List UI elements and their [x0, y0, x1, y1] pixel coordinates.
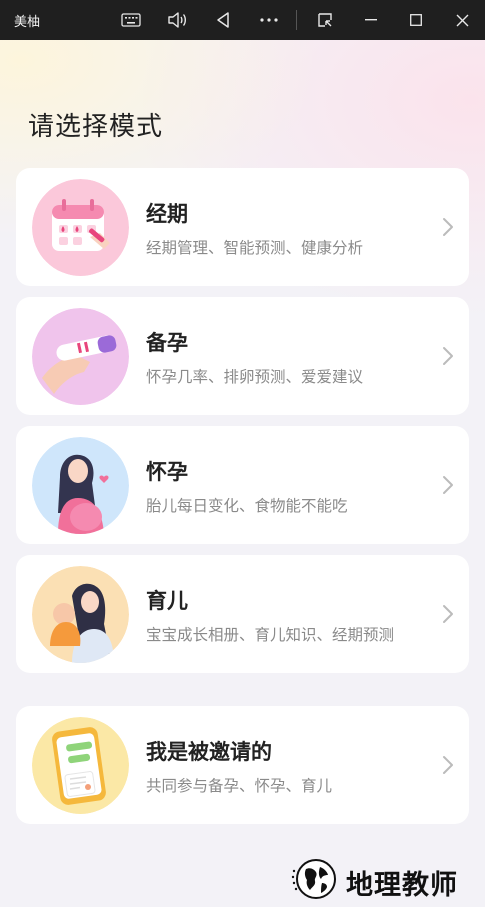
- pregnant-woman-icon: [32, 437, 129, 534]
- volume-icon[interactable]: [164, 0, 190, 40]
- mode-subtitle: 经期管理、智能预测、健康分析: [146, 239, 364, 257]
- keyboard-icon[interactable]: [118, 0, 144, 40]
- mode-title: 备孕: [146, 331, 188, 355]
- back-triangle-icon[interactable]: [210, 0, 236, 40]
- mode-card-parenting[interactable]: 育儿 宝宝成长相册、育儿知识、经期预测: [16, 555, 469, 673]
- mode-title: 育儿: [146, 589, 188, 613]
- chevron-right-icon: [443, 605, 453, 623]
- watermark: 地理教师: [288, 855, 483, 903]
- mode-title: 我是被邀请的: [146, 740, 272, 764]
- mother-baby-icon: [32, 566, 129, 663]
- phone-chat-icon: [32, 717, 129, 814]
- titlebar-separator: [296, 10, 297, 30]
- mode-select-page: 请选择模式 经期 经期管理、智能预测、健康分析 备孕 怀孕几率、排卵预测、爱爱建…: [0, 40, 485, 903]
- chevron-right-icon: [443, 756, 453, 774]
- mode-subtitle: 宝宝成长相册、育儿知识、经期预测: [146, 626, 395, 644]
- window-titlebar: 美柚: [0, 0, 485, 40]
- mode-card-pregnancy[interactable]: 怀孕 胎儿每日变化、食物能不能吃: [16, 426, 469, 544]
- mode-card-period[interactable]: 经期 经期管理、智能预测、健康分析: [16, 168, 469, 286]
- mode-card-invited[interactable]: 我是被邀请的 共同参与备孕、怀孕、育儿: [16, 706, 469, 824]
- mode-title: 经期: [146, 202, 188, 226]
- page-title: 请选择模式: [28, 112, 164, 142]
- mode-card-prepare-pregnancy[interactable]: 备孕 怀孕几率、排卵预测、爱爱建议: [16, 297, 469, 415]
- window-title: 美柚: [14, 15, 41, 30]
- more-icon[interactable]: [256, 0, 282, 40]
- calendar-icon: [32, 179, 129, 276]
- minimize-icon[interactable]: [358, 0, 384, 40]
- mode-subtitle: 共同参与备孕、怀孕、育儿: [146, 777, 333, 795]
- mode-subtitle: 怀孕几率、排卵预测、爱爱建议: [146, 368, 364, 386]
- maximize-icon[interactable]: [403, 0, 429, 40]
- chevron-right-icon: [443, 476, 453, 494]
- close-icon[interactable]: [449, 0, 475, 40]
- pip-icon[interactable]: [312, 0, 338, 40]
- pregnancy-test-icon: [32, 308, 129, 405]
- chevron-right-icon: [443, 347, 453, 365]
- mode-subtitle: 胎儿每日变化、食物能不能吃: [146, 497, 348, 515]
- globe-logo-icon: [291, 859, 336, 899]
- mode-title: 怀孕: [146, 460, 188, 484]
- chevron-right-icon: [443, 218, 453, 236]
- watermark-text: 地理教师: [346, 870, 458, 901]
